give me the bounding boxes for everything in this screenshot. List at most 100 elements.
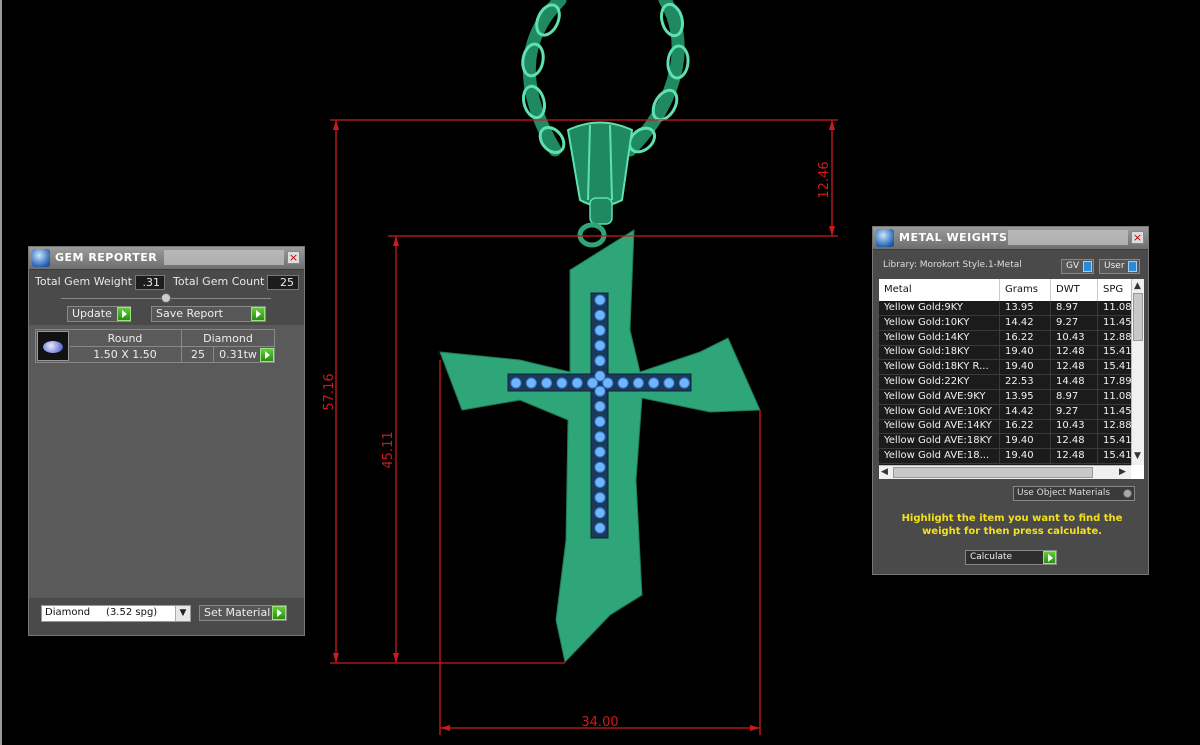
table-cell: 9.27 bbox=[1056, 316, 1079, 328]
close-icon[interactable]: × bbox=[1131, 231, 1144, 244]
horizontal-scrollbar[interactable]: ◀ ▶ bbox=[879, 465, 1131, 479]
cell-divider bbox=[1097, 389, 1098, 404]
table-cell: 15.41 bbox=[1103, 450, 1131, 461]
total-gem-count-value: 25 bbox=[267, 275, 299, 290]
metal-table-header: Metal Grams DWT SPG bbox=[879, 279, 1131, 302]
total-gem-weight-value: .31 bbox=[135, 275, 165, 290]
gem-stone bbox=[594, 461, 606, 473]
gem-stone bbox=[602, 377, 614, 389]
table-row[interactable]: Yellow Gold AVE:18... 19.40 12.48 15.41 bbox=[879, 449, 1131, 464]
table-cell: 14.42 bbox=[1005, 405, 1034, 417]
table-cell: 9.27 bbox=[1056, 405, 1079, 417]
gem-stone bbox=[594, 446, 606, 458]
table-row[interactable]: Yellow Gold AVE:9KY 13.95 8.97 11.08 bbox=[879, 389, 1131, 405]
col-metal[interactable]: Metal bbox=[884, 284, 912, 295]
cell-divider bbox=[1097, 301, 1098, 315]
table-cell: 12.48 bbox=[1056, 435, 1085, 447]
cell-divider bbox=[999, 315, 1000, 330]
gem-table[interactable]: Round Diamond 1.50 X 1.50 25 0.31tw bbox=[35, 329, 275, 363]
table-cell: Yellow Gold:18KY R... bbox=[884, 361, 989, 373]
round-gem-icon bbox=[43, 341, 63, 353]
gem-stone bbox=[587, 377, 598, 389]
table-row[interactable]: Yellow Gold:18KY 19.40 12.48 15.41 bbox=[879, 345, 1131, 361]
cell-divider bbox=[1050, 360, 1051, 375]
total-gem-weight-label: Total Gem Weight bbox=[35, 275, 133, 288]
table-cell: 12.48 bbox=[1056, 361, 1085, 373]
hint-text: Highlight the item you want to find the … bbox=[901, 513, 1123, 537]
gem-reporter-titlebar[interactable]: GEM REPORTER × bbox=[29, 247, 304, 270]
vertical-scrollbar[interactable]: ▲ ▼ bbox=[1131, 279, 1144, 465]
gem-count: 25 bbox=[191, 348, 205, 361]
col-grams[interactable]: Grams bbox=[1005, 284, 1038, 295]
table-row[interactable]: Yellow Gold:22KY 22.53 14.48 17.89 bbox=[879, 375, 1131, 390]
calculate-go-icon[interactable] bbox=[1043, 551, 1056, 564]
set-material-go-icon[interactable] bbox=[272, 606, 286, 620]
gem-thumbnail bbox=[37, 331, 69, 361]
table-cell: 12.48 bbox=[1056, 346, 1085, 358]
gv-info-icon[interactable] bbox=[1083, 261, 1092, 272]
cell-divider bbox=[999, 419, 1000, 434]
scroll-down-icon[interactable]: ▼ bbox=[1134, 451, 1141, 461]
save-report-button[interactable]: Save Report bbox=[151, 306, 266, 322]
cell-divider bbox=[999, 449, 1000, 463]
col-dwt[interactable]: DWT bbox=[1056, 284, 1080, 295]
col-spg[interactable]: SPG bbox=[1103, 284, 1123, 295]
metal-weights-titlebar[interactable]: METAL WEIGHTS × bbox=[873, 227, 1148, 250]
table-row[interactable]: Yellow Gold AVE:14KY 16.22 10.43 12.88 bbox=[879, 419, 1131, 435]
cell-divider bbox=[999, 389, 1000, 404]
gem-row-go-icon[interactable] bbox=[260, 348, 274, 362]
gem-stone bbox=[648, 377, 660, 389]
table-cell: 11.08 bbox=[1103, 302, 1131, 313]
table-row[interactable]: Yellow Gold:14KY 16.22 10.43 12.88 bbox=[879, 330, 1131, 346]
gem-reporter-app-icon bbox=[32, 249, 50, 267]
gem-stone bbox=[594, 340, 606, 352]
scroll-thumb[interactable] bbox=[1133, 293, 1143, 341]
table-cell: 19.40 bbox=[1005, 435, 1034, 447]
table-row[interactable]: Yellow Gold:18KY R... 19.40 12.48 15.41 bbox=[879, 360, 1131, 376]
table-cell: 15.41 bbox=[1103, 346, 1131, 358]
cell-divider bbox=[1097, 419, 1098, 434]
table-row[interactable]: Yellow Gold:9KY 13.95 8.97 11.08 bbox=[879, 301, 1131, 316]
cell-divider bbox=[1050, 301, 1051, 315]
chevron-down-icon[interactable]: ▼ bbox=[175, 606, 190, 621]
table-cell: 11.45 bbox=[1103, 316, 1131, 328]
header-divider bbox=[1097, 279, 1098, 301]
metal-table[interactable]: Metal Grams DWT SPG Yellow Gold:9KY 13.95… bbox=[879, 279, 1144, 479]
cell-divider bbox=[1097, 375, 1098, 389]
cell-divider bbox=[1050, 345, 1051, 360]
gem-shape-header: Round bbox=[107, 332, 143, 345]
table-cell: 12.48 bbox=[1056, 450, 1085, 461]
update-go-icon[interactable] bbox=[117, 307, 131, 321]
close-icon[interactable]: × bbox=[287, 251, 300, 264]
table-cell: 13.95 bbox=[1005, 302, 1034, 313]
bail bbox=[566, 121, 634, 248]
metal-table-body[interactable]: Yellow Gold:9KY 13.95 8.97 11.08 Yellow Gold… bbox=[879, 301, 1131, 465]
table-cell: Yellow Gold AVE:14KY bbox=[884, 420, 992, 432]
scroll-left-icon[interactable]: ◀ bbox=[881, 467, 888, 477]
gem-stone bbox=[594, 324, 606, 336]
save-report-go-icon[interactable] bbox=[251, 307, 265, 321]
metal-weights-title: METAL WEIGHTS bbox=[899, 231, 1008, 244]
material-select[interactable]: Diamond (3.52 spg) ▼ bbox=[41, 605, 191, 622]
gem-stone bbox=[594, 476, 606, 488]
table-row[interactable]: Yellow Gold AVE:10KY 14.42 9.27 11.45 bbox=[879, 404, 1131, 420]
use-object-materials-checkbox[interactable]: Use Object Materials bbox=[1013, 486, 1135, 501]
user-info-icon[interactable] bbox=[1128, 261, 1137, 272]
cell-divider bbox=[1050, 389, 1051, 404]
table-cell: 19.40 bbox=[1005, 450, 1034, 461]
table-cell: 22.53 bbox=[1005, 376, 1034, 387]
dim-cross-height: 45.11 bbox=[381, 431, 396, 468]
table-cell: 19.40 bbox=[1005, 346, 1034, 358]
gem-stone bbox=[678, 377, 690, 389]
checkbox-icon[interactable] bbox=[1123, 489, 1132, 498]
cell-divider bbox=[999, 360, 1000, 375]
table-row[interactable]: Yellow Gold:10KY 14.42 9.27 11.45 bbox=[879, 315, 1131, 331]
table-cell: 10.43 bbox=[1056, 420, 1085, 432]
scroll-up-icon[interactable]: ▲ bbox=[1134, 281, 1141, 291]
scroll-right-icon[interactable]: ▶ bbox=[1119, 467, 1126, 477]
splitter-handle-icon[interactable] bbox=[161, 293, 171, 303]
table-row[interactable]: Yellow Gold AVE:18KY 19.40 12.48 15.41 bbox=[879, 434, 1131, 450]
gem-stone bbox=[525, 377, 537, 389]
gem-material-header: Diamond bbox=[203, 332, 253, 345]
hscroll-thumb[interactable] bbox=[893, 467, 1093, 478]
